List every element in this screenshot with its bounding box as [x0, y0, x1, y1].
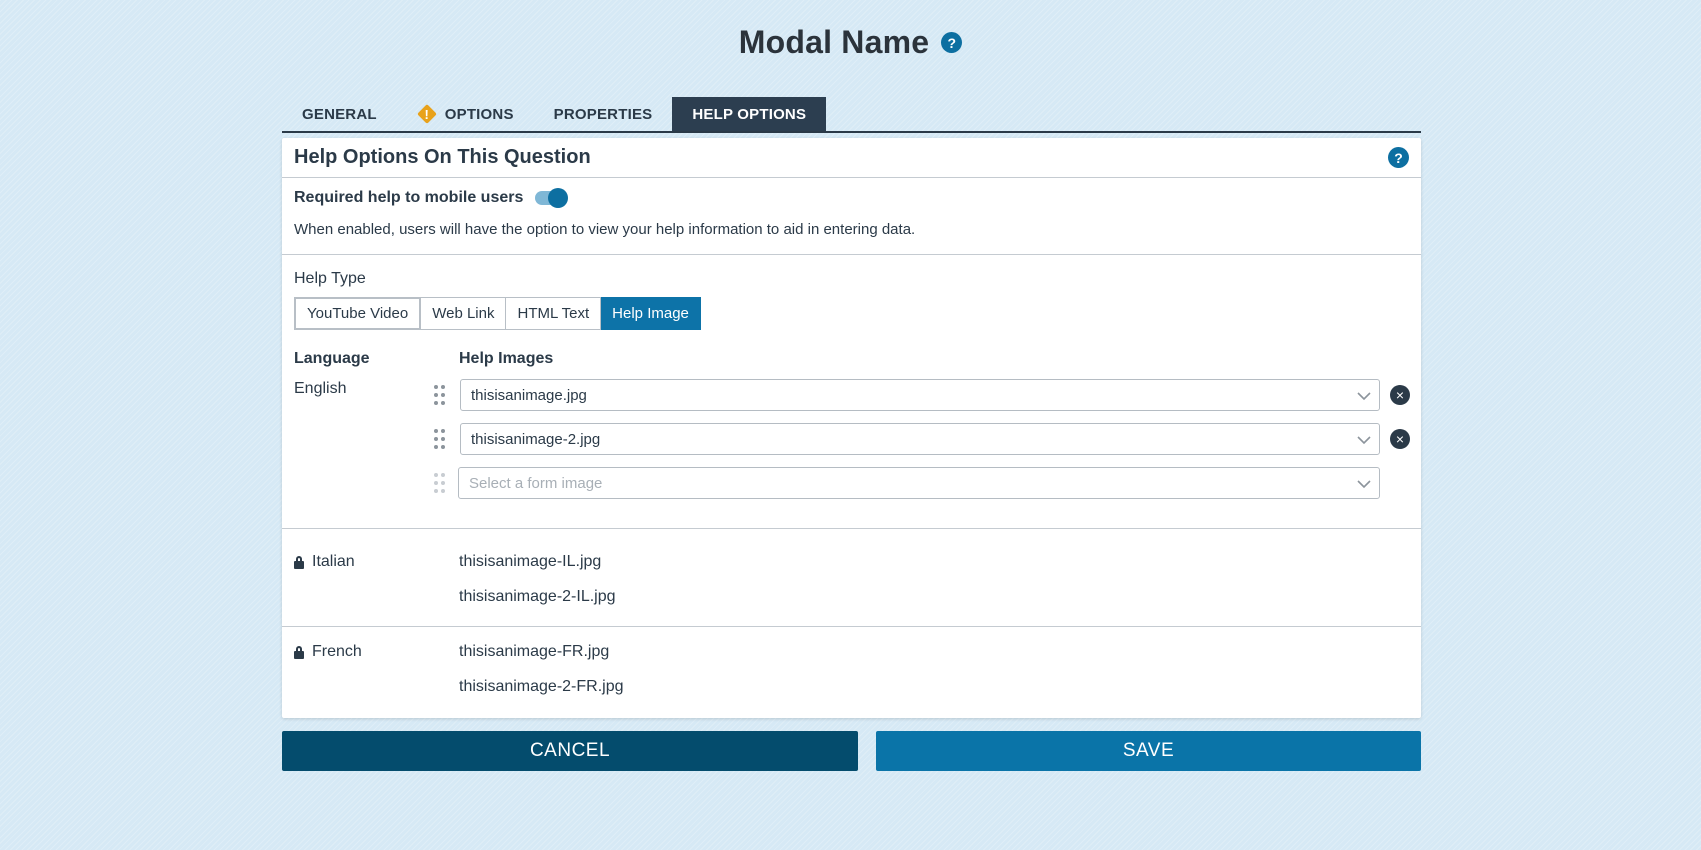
card-title: Help Options On This Question	[294, 146, 591, 168]
toggle-description: When enabled, users will have the option…	[294, 221, 916, 238]
tab-label: GENERAL	[302, 105, 377, 123]
remove-image-icon[interactable]: ×	[1390, 385, 1410, 405]
tab-label: HELP OPTIONS	[692, 105, 807, 123]
locked-language-french: French	[294, 643, 362, 661]
help-image-select[interactable]: thisisanimage-2.jpg	[460, 423, 1380, 455]
modal-title-row: Modal Name ?	[0, 24, 1701, 61]
language-column-header: Language	[294, 350, 370, 367]
locked-language-italian: Italian	[294, 553, 355, 571]
tab-label: PROPERTIES	[553, 105, 653, 123]
remove-image-icon[interactable]: ×	[1390, 429, 1410, 449]
help-images-column-header: Help Images	[459, 350, 554, 367]
chevron-down-icon	[1357, 480, 1371, 489]
language-english: English	[294, 380, 347, 397]
help-icon[interactable]: ?	[941, 32, 963, 53]
help-icon[interactable]: ?	[1388, 147, 1409, 168]
help-type-html-text[interactable]: HTML Text	[506, 297, 602, 330]
drag-handle-icon[interactable]	[434, 429, 446, 449]
divider	[282, 254, 1421, 255]
mobile-help-toggle-row: Required help to mobile users	[294, 188, 569, 208]
cancel-button[interactable]: CANCEL	[282, 731, 858, 771]
help-image-select[interactable]: thisisanimage.jpg	[460, 379, 1380, 411]
lock-icon	[294, 645, 304, 659]
tab-general[interactable]: GENERAL	[282, 97, 397, 131]
help-type-help-image[interactable]: Help Image	[601, 297, 701, 330]
locked-image-name: thisisanimage-FR.jpg	[459, 643, 610, 660]
divider	[282, 528, 1421, 529]
page-title: Modal Name	[738, 24, 930, 60]
warning-icon: !	[416, 104, 437, 124]
card-header: Help Options On This Question ?	[282, 138, 1421, 178]
locked-image-name: thisisanimage-2-FR.jpg	[459, 678, 624, 695]
locked-image-name: thisisanimage-IL.jpg	[459, 553, 602, 570]
select-value: thisisanimage-2.jpg	[471, 430, 601, 448]
help-type-web-link[interactable]: Web Link	[421, 297, 507, 330]
tab-help-options[interactable]: HELP OPTIONS	[672, 97, 827, 131]
locked-image-name: thisisanimage-2-IL.jpg	[459, 588, 616, 605]
help-image-row: thisisanimage-2.jpg ×	[434, 423, 1410, 455]
help-options-card: Help Options On This Question ? Required…	[282, 138, 1421, 718]
save-button[interactable]: SAVE	[876, 731, 1421, 771]
language-name: Italian	[312, 553, 355, 570]
help-type-youtube-video[interactable]: YouTube Video	[294, 297, 422, 330]
help-type-label: Help Type	[294, 270, 366, 287]
help-image-row-new: Select a form image	[434, 467, 1404, 499]
select-value: thisisanimage.jpg	[471, 386, 587, 404]
toggle-knob	[548, 188, 569, 208]
toggle-label: Required help to mobile users	[294, 189, 524, 206]
chevron-down-icon	[1357, 436, 1371, 445]
chevron-down-icon	[1357, 392, 1371, 401]
drag-handle-icon	[434, 473, 446, 493]
drag-handle-icon[interactable]	[434, 385, 446, 405]
mobile-help-toggle[interactable]	[535, 188, 569, 208]
help-type-selector: YouTube Video Web Link HTML Text Help Im…	[294, 297, 701, 330]
select-placeholder: Select a form image	[469, 474, 603, 492]
help-image-row: thisisanimage.jpg ×	[434, 379, 1410, 411]
tab-options[interactable]: ! OPTIONS	[397, 97, 534, 131]
new-help-image-select[interactable]: Select a form image	[458, 467, 1380, 499]
tab-label: OPTIONS	[444, 105, 514, 123]
lock-icon	[294, 555, 304, 569]
tab-bar: GENERAL ! OPTIONS PROPERTIES HELP OPTION…	[282, 97, 1421, 133]
language-name: French	[312, 643, 362, 660]
divider	[282, 626, 1421, 627]
tab-properties[interactable]: PROPERTIES	[534, 97, 673, 131]
